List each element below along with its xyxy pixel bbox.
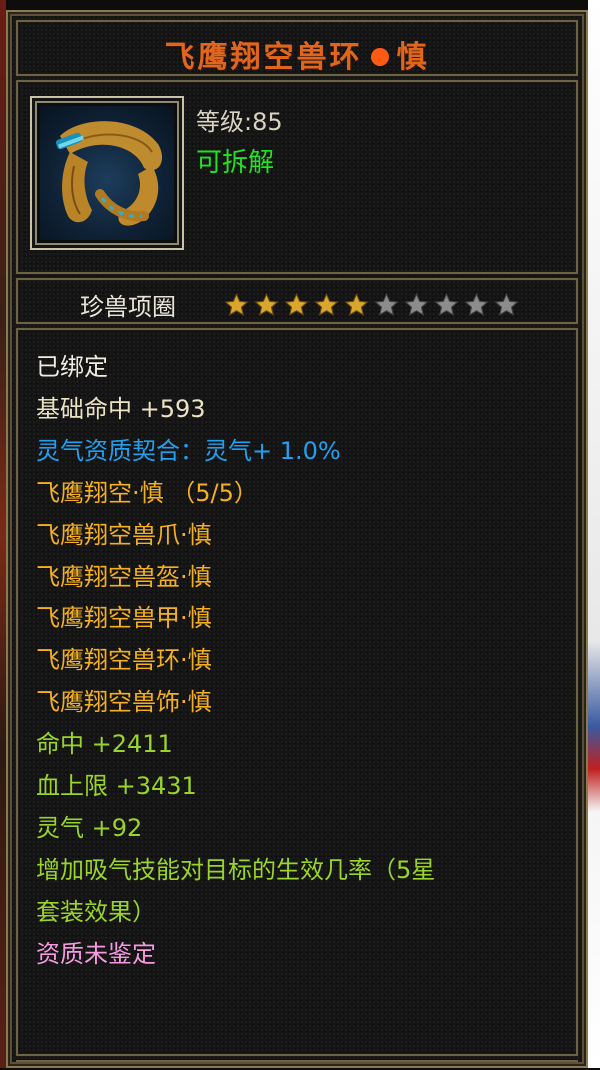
attribute-line: 灵气 +92 [36,813,143,842]
attribute-line: 已绑定 [36,353,108,381]
category-bar: 珍兽项圈 [16,278,578,324]
attribute-line: 飞鹰翔空兽饰·慎 [36,688,212,717]
star-filled-icon [284,292,309,316]
star-filled-icon [254,292,279,316]
attribute-line: 飞鹰翔空兽盔·慎 [36,562,212,591]
feather-ring-icon [40,106,174,240]
dismantle-status: 可拆解 [196,148,275,178]
item-tooltip: 飞鹰翔空兽环慎 等级:85 可拆解 珍兽项圈 已绑定 基础命中 +593 灵气资… [6,10,588,1068]
attribute-panel: 已绑定基础命中 +593 灵气资质契合：灵气+ 1.0% 飞鹰翔空·慎 （5/5） 飞… [16,328,578,1056]
item-name: 飞鹰翔空兽环 [164,40,363,75]
attribute-line: 飞鹰翔空兽环·慎 [36,646,212,675]
star-filled-icon [314,292,339,316]
star-filled-icon [224,292,249,316]
attribute-line: 套装效果） [36,897,156,926]
tooltip-bottom-edge [16,1060,578,1070]
attribute-line: 灵气资质契合：灵气+ 1.0% [36,436,341,465]
star-empty-icon [464,292,489,316]
item-level: 等级:85 [196,108,283,136]
attribute-line: 飞鹰翔空·慎 （5/5） [36,478,258,507]
attribute-line: 命中 +2411 [36,730,173,759]
item-suffix: 慎 [396,40,430,75]
separator-dot-icon [370,48,389,66]
attribute-line: 资质未鉴定 [36,939,156,968]
background-edge-right [588,0,600,1068]
attribute-line: 血上限 +3431 [36,772,197,800]
item-title: 飞鹰翔空兽环慎 [18,32,576,76]
star-filled-icon [344,292,369,316]
item-category: 珍兽项圈 [80,293,176,321]
star-rating [222,292,521,318]
star-empty-icon [434,292,459,316]
item-summary-panel: 等级:85 可拆解 [16,80,578,274]
attribute-line: 基础命中 +593 [36,394,206,423]
star-empty-icon [374,292,399,316]
attribute-line: 飞鹰翔空兽爪·慎 [36,520,212,549]
title-bar: 飞鹰翔空兽环慎 [16,20,578,76]
attribute-line: 飞鹰翔空兽甲·慎 [36,604,212,633]
attribute-line: 增加吸气技能对目标的生效几率（5星 [36,855,436,884]
star-empty-icon [404,292,429,316]
star-empty-icon [494,292,519,316]
item-icon-frame [30,96,184,250]
